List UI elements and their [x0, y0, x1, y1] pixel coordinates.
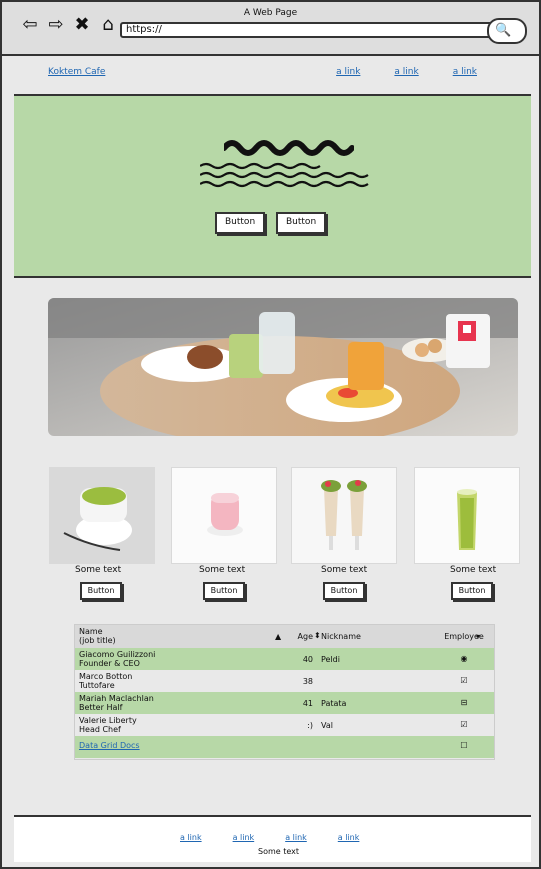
search-icon: 🔍 [495, 23, 512, 38]
footer-link[interactable]: a link [233, 833, 255, 842]
card-caption-1: Some text [75, 565, 122, 575]
home-icon[interactable]: ⌂ [98, 16, 118, 34]
cell-age: :) [307, 721, 313, 730]
grid-header: Name (job title) ▲ Age ⬍ Nickname Employ… [75, 625, 494, 648]
table-row[interactable]: Marco Botton Tuttofare 38 ☑ [75, 670, 494, 692]
cell-name: Valerie Liberty Head Chef [79, 716, 137, 734]
header-name[interactable]: Name (job title) [79, 627, 229, 645]
data-grid-docs-link[interactable]: Data Grid Docs [79, 741, 229, 750]
minus-box-icon[interactable]: ⊟ [439, 698, 489, 707]
cell-nickname: Patata [321, 699, 347, 708]
header-nickname[interactable]: Nickname [321, 632, 401, 641]
matcha-latte-image [50, 468, 154, 563]
browser-titlebar: A Web Page ⇦ ⇨ ✖ ⌂ https:// 🔍 [2, 2, 539, 56]
header-employee[interactable]: Employee [439, 632, 489, 641]
product-card-image-4 [414, 467, 520, 564]
hero-section: Button Button [14, 94, 531, 278]
header-link[interactable]: a link [453, 67, 477, 77]
url-input[interactable]: https:// [120, 22, 494, 38]
hero-title-scribble [224, 140, 354, 156]
hero-subtitle-scribble [200, 162, 369, 188]
header-age[interactable]: Age [283, 632, 313, 641]
checkbox-checked-icon[interactable]: ☑ [439, 676, 489, 685]
cell-name: Mariah Maclachlan Better Half [79, 694, 154, 712]
cell-nickname: Peldi [321, 655, 340, 664]
card-button-4[interactable]: Button [451, 582, 493, 600]
age-sort-icon[interactable]: ⬍ [314, 631, 321, 640]
cell-age: 41 [302, 699, 313, 708]
header-link[interactable]: a link [394, 67, 418, 77]
card-caption-2: Some text [199, 565, 246, 575]
header-link[interactable]: a link [336, 67, 360, 77]
radio-selected-icon[interactable]: ◉ [439, 654, 489, 663]
table-row[interactable]: Data Grid Docs ☐ [75, 736, 494, 758]
footer-links: a link a link a link a link [180, 833, 359, 842]
card-button-2[interactable]: Button [203, 582, 245, 600]
checkbox-empty-icon[interactable]: ☐ [439, 741, 489, 750]
table-row[interactable]: Giacomo Guilizzoni Founder & CEO 40 Peld… [75, 648, 494, 670]
card-caption-4: Some text [450, 565, 497, 575]
hero-image [48, 298, 518, 436]
pink-drink-image [172, 468, 276, 563]
cell-nickname: Val [321, 721, 333, 730]
cell-name: Giacomo Guilizzoni Founder & CEO [79, 650, 156, 668]
footer-link[interactable]: a link [338, 833, 360, 842]
footer-link[interactable]: a link [285, 833, 307, 842]
breakfast-table-image [48, 298, 518, 436]
product-card-image-3 [291, 467, 397, 564]
checkbox-checked-icon[interactable]: ☑ [439, 720, 489, 729]
hero-button-1[interactable]: Button [215, 212, 266, 234]
search-pill[interactable]: 🔍 [487, 18, 527, 44]
product-card-image-2 [171, 467, 277, 564]
cell-age: 40 [302, 655, 313, 664]
card-caption-3: Some text [321, 565, 368, 575]
employee-dropdown-icon[interactable]: ▾ [476, 632, 480, 641]
card-button-1[interactable]: Button [80, 582, 122, 600]
product-card-image-1 [49, 467, 155, 564]
footer-link[interactable]: a link [180, 833, 202, 842]
table-row[interactable]: Mariah Maclachlan Better Half 41 Patata … [75, 692, 494, 714]
age-sort-up-icon[interactable]: ▲ [275, 632, 281, 641]
navigation-controls: ⇦ ⇨ ✖ ⌂ [20, 16, 118, 34]
green-juice-image [415, 468, 519, 563]
site-footer: a link a link a link a link Some text [14, 815, 531, 862]
back-icon[interactable]: ⇦ [20, 16, 40, 34]
data-grid: Name (job title) ▲ Age ⬍ Nickname Employ… [74, 624, 495, 760]
forward-icon[interactable]: ⇨ [46, 16, 66, 34]
site-header: Koktem Cafe a link a link a link [14, 54, 531, 94]
footer-text: Some text [258, 847, 300, 856]
close-icon[interactable]: ✖ [72, 16, 92, 34]
cell-age: 38 [302, 677, 313, 686]
parfait-image [292, 468, 396, 563]
hero-button-2[interactable]: Button [276, 212, 327, 234]
table-row[interactable]: Valerie Liberty Head Chef :) Val ☑ [75, 714, 494, 736]
header-links: a link a link a link [336, 67, 477, 77]
card-button-3[interactable]: Button [323, 582, 365, 600]
brand-link[interactable]: Koktem Cafe [48, 67, 105, 77]
cell-name: Marco Botton Tuttofare [79, 672, 133, 690]
browser-window: A Web Page ⇦ ⇨ ✖ ⌂ https:// 🔍 Koktem Caf… [0, 0, 541, 869]
